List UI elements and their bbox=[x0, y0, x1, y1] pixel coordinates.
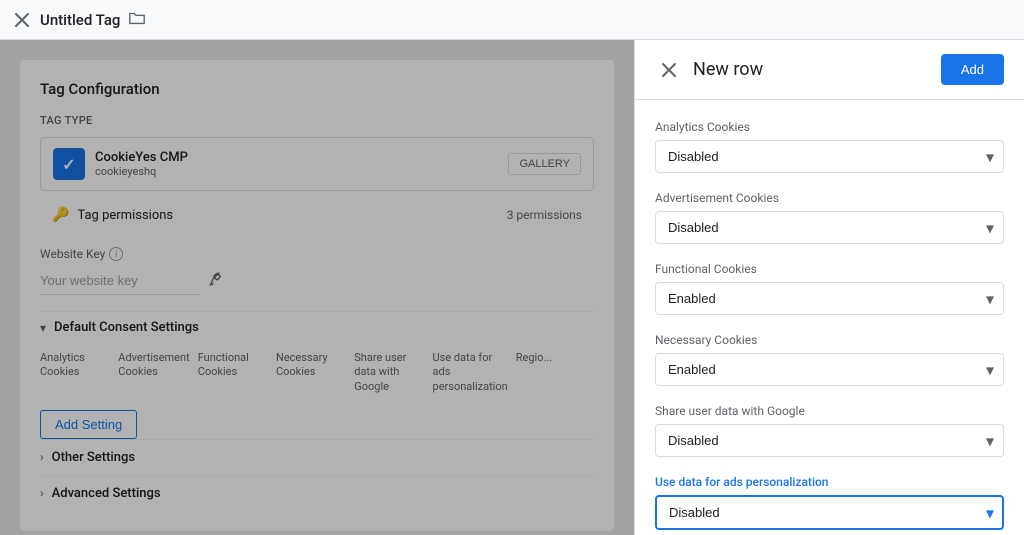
panel-close-button[interactable] bbox=[655, 56, 683, 84]
share-user-data-label: Share user data with Google bbox=[655, 404, 1004, 418]
necessary-cookies-select-wrapper: Disabled Enabled ▾ bbox=[655, 353, 1004, 386]
add-button[interactable]: Add bbox=[941, 54, 1004, 85]
panel-title: New row bbox=[693, 59, 763, 80]
advertisement-cookies-select[interactable]: Disabled Enabled bbox=[655, 211, 1004, 244]
share-user-data-group: Share user data with Google Disabled Ena… bbox=[655, 404, 1004, 457]
folder-icon[interactable] bbox=[128, 10, 146, 30]
use-data-ads-label: Use data for ads personalization bbox=[655, 475, 1004, 489]
analytics-cookies-select[interactable]: Disabled Enabled bbox=[655, 140, 1004, 173]
top-bar-close-icon[interactable] bbox=[12, 10, 32, 30]
necessary-cookies-label: Necessary Cookies bbox=[655, 333, 1004, 347]
modal-overlay bbox=[0, 40, 634, 535]
panel-header-left: New row bbox=[655, 56, 763, 84]
advertisement-cookies-group: Advertisement Cookies Disabled Enabled ▾ bbox=[655, 191, 1004, 244]
use-data-ads-select-wrapper: Disabled Enabled ▾ bbox=[655, 495, 1004, 530]
analytics-cookies-select-wrapper: Disabled Enabled ▾ bbox=[655, 140, 1004, 173]
page-title: Untitled Tag bbox=[40, 11, 120, 29]
necessary-cookies-select[interactable]: Disabled Enabled bbox=[655, 353, 1004, 386]
panel-header: New row Add bbox=[635, 40, 1024, 100]
functional-cookies-group: Functional Cookies Disabled Enabled ▾ bbox=[655, 262, 1004, 315]
analytics-cookies-label: Analytics Cookies bbox=[655, 120, 1004, 134]
panel-body: Analytics Cookies Disabled Enabled ▾ Adv… bbox=[635, 100, 1024, 535]
share-user-data-select-wrapper: Disabled Enabled ▾ bbox=[655, 424, 1004, 457]
necessary-cookies-group: Necessary Cookies Disabled Enabled ▾ bbox=[655, 333, 1004, 386]
right-panel: New row Add Analytics Cookies Disabled E… bbox=[634, 40, 1024, 535]
functional-cookies-select[interactable]: Disabled Enabled bbox=[655, 282, 1004, 315]
analytics-cookies-group: Analytics Cookies Disabled Enabled ▾ bbox=[655, 120, 1004, 173]
advertisement-cookies-label: Advertisement Cookies bbox=[655, 191, 1004, 205]
use-data-ads-select[interactable]: Disabled Enabled bbox=[655, 495, 1004, 530]
share-user-data-select[interactable]: Disabled Enabled bbox=[655, 424, 1004, 457]
functional-cookies-label: Functional Cookies bbox=[655, 262, 1004, 276]
top-bar: Untitled Tag bbox=[0, 0, 1024, 40]
functional-cookies-select-wrapper: Disabled Enabled ▾ bbox=[655, 282, 1004, 315]
use-data-ads-group: Use data for ads personalization Disable… bbox=[655, 475, 1004, 530]
advertisement-cookies-select-wrapper: Disabled Enabled ▾ bbox=[655, 211, 1004, 244]
main-layout: Tag Configuration Tag Type ✓ CookieYes C… bbox=[0, 40, 1024, 535]
